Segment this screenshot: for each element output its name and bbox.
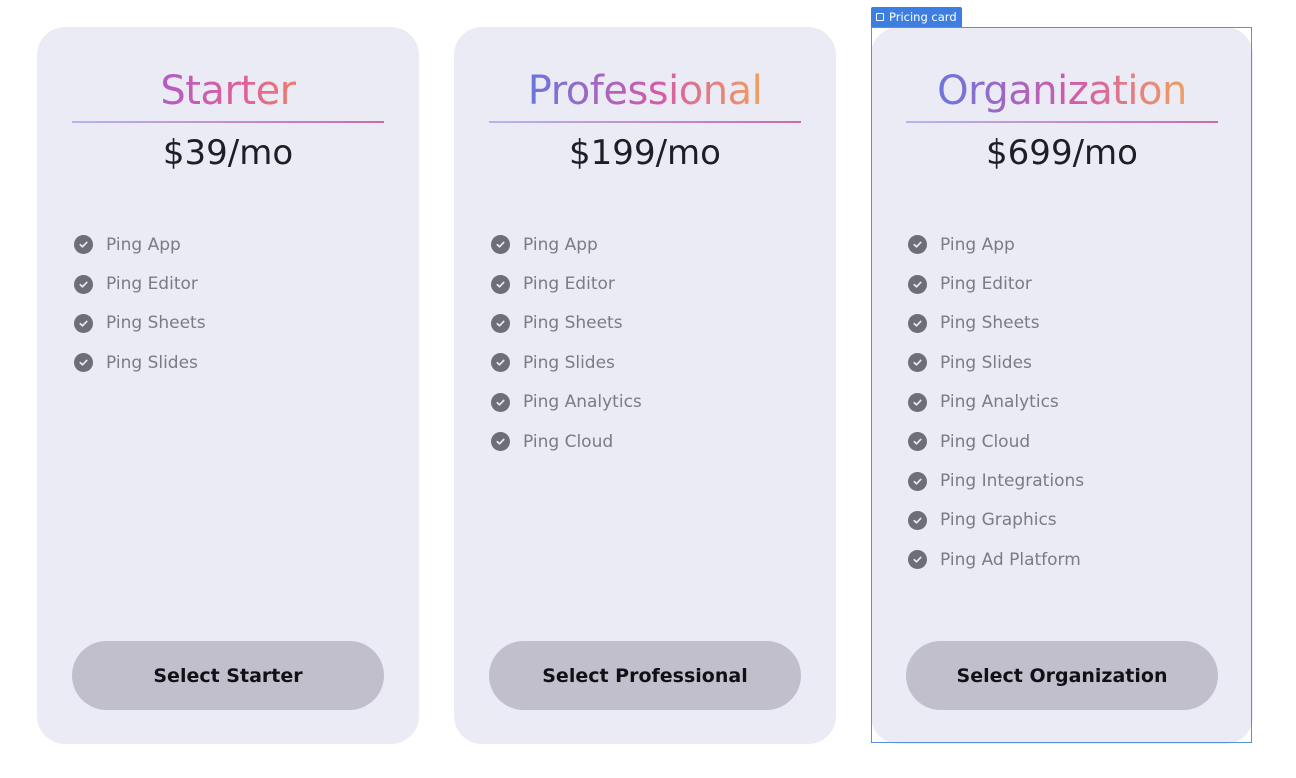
feature-item: Ping Sheets	[491, 304, 642, 343]
check-circle-icon	[908, 392, 927, 412]
check-circle-icon	[908, 550, 927, 570]
feature-label: Ping Slides	[940, 352, 1032, 373]
feature-item: Ping Editor	[74, 264, 206, 303]
plan-title: Organization	[937, 68, 1187, 114]
feature-item: Ping Sheets	[908, 304, 1084, 343]
plan-price: $39/mo	[162, 133, 294, 173]
check-circle-icon	[908, 274, 927, 294]
check-circle-icon	[74, 353, 93, 373]
feature-item: Ping Cloud	[908, 422, 1084, 461]
title-divider	[72, 121, 384, 123]
selection-label-tag[interactable]: Pricing card	[871, 7, 962, 27]
select-organization-button[interactable]: Select Organization	[906, 641, 1218, 710]
feature-label: Ping Slides	[523, 352, 615, 373]
feature-item: Ping App	[491, 225, 642, 264]
check-circle-icon	[491, 235, 510, 255]
feature-item: Ping App	[908, 225, 1084, 264]
check-circle-icon	[908, 471, 927, 491]
check-circle-icon	[491, 353, 510, 373]
check-circle-icon	[908, 235, 927, 255]
feature-label: Ping Cloud	[523, 431, 614, 452]
feature-list: Ping App Ping Editor Ping Sheets Ping Slide…	[74, 225, 206, 383]
title-divider	[489, 121, 801, 123]
feature-label: Ping Analytics	[940, 392, 1059, 413]
pricing-page: Starter $39/mo Ping App Ping Editor Ping S…	[0, 0, 1296, 778]
feature-item: Ping App	[74, 225, 206, 264]
title-divider	[906, 121, 1218, 123]
check-circle-icon	[74, 235, 93, 255]
select-starter-button[interactable]: Select Starter	[72, 641, 384, 710]
plan-title: Starter	[160, 68, 296, 114]
feature-item: Ping Sheets	[74, 304, 206, 343]
plan-price: $199/mo	[569, 133, 721, 173]
pricing-card-organization[interactable]: Organization $699/mo Ping App Ping Editor…	[871, 27, 1253, 744]
feature-item: Ping Integrations	[908, 461, 1084, 500]
feature-label: Ping App	[106, 234, 181, 255]
feature-label: Ping App	[940, 234, 1015, 255]
pricing-card-starter: Starter $39/mo Ping App Ping Editor Ping S…	[37, 27, 419, 744]
feature-label: Ping Ad Platform	[940, 549, 1081, 570]
feature-list: Ping App Ping Editor Ping Sheets Ping Slide…	[491, 225, 642, 461]
feature-label: Ping Editor	[106, 274, 198, 295]
check-circle-icon	[491, 432, 510, 452]
check-circle-icon	[74, 274, 93, 294]
frame-icon	[876, 13, 884, 21]
select-professional-button[interactable]: Select Professional	[489, 641, 801, 710]
feature-label: Ping Integrations	[940, 471, 1085, 492]
feature-item: Ping Editor	[491, 264, 642, 303]
feature-label: Ping Editor	[523, 274, 615, 295]
feature-label: Ping Editor	[940, 274, 1032, 295]
feature-label: Ping Sheets	[940, 313, 1040, 334]
check-circle-icon	[491, 274, 510, 294]
check-circle-icon	[491, 313, 510, 333]
feature-item: Ping Editor	[908, 264, 1084, 303]
check-circle-icon	[908, 313, 927, 333]
feature-item: Ping Cloud	[491, 422, 642, 461]
feature-item: Ping Slides	[908, 343, 1084, 382]
feature-item: Ping Graphics	[908, 501, 1084, 540]
feature-label: Ping Graphics	[940, 510, 1057, 531]
selection-label: Pricing card	[889, 10, 957, 24]
feature-item: Ping Slides	[491, 343, 642, 382]
check-circle-icon	[908, 510, 927, 530]
feature-item: Ping Analytics	[491, 383, 642, 422]
plan-title: Professional	[527, 68, 763, 114]
feature-label: Ping Sheets	[106, 313, 206, 334]
feature-label: Ping Analytics	[523, 392, 642, 413]
check-circle-icon	[491, 392, 510, 412]
plan-price: $699/mo	[986, 133, 1138, 173]
feature-label: Ping Sheets	[523, 313, 623, 334]
pricing-card-professional: Professional $199/mo Ping App Ping Editor…	[454, 27, 836, 744]
check-circle-icon	[908, 432, 927, 452]
feature-list: Ping App Ping Editor Ping Sheets Ping Slide…	[908, 225, 1084, 580]
check-circle-icon	[908, 353, 927, 373]
check-circle-icon	[74, 313, 93, 333]
feature-label: Ping Slides	[106, 352, 198, 373]
feature-item: Ping Analytics	[908, 383, 1084, 422]
feature-item: Ping Ad Platform	[908, 540, 1084, 579]
feature-label: Ping App	[523, 234, 598, 255]
feature-label: Ping Cloud	[940, 431, 1031, 452]
feature-item: Ping Slides	[74, 343, 206, 382]
